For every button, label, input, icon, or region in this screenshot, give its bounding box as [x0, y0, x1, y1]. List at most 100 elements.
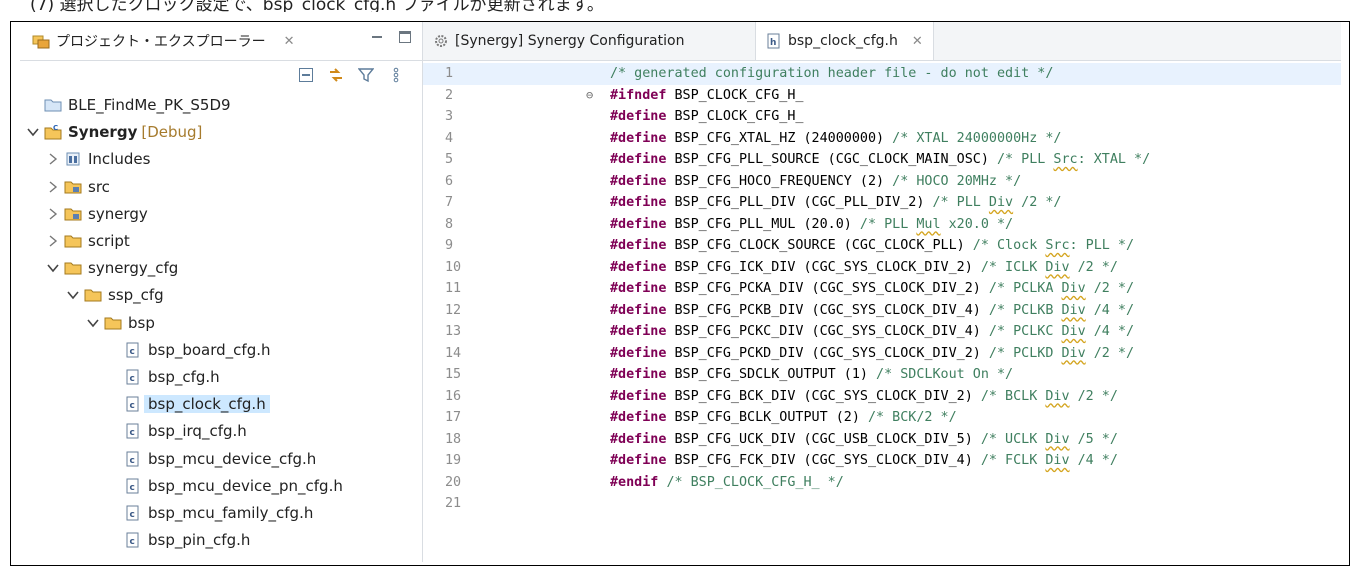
code-line[interactable]: 18 #define BSP_CFG_UCK_DIV (CGC_USB_CLOCK… — [423, 429, 1341, 451]
code-line[interactable]: 2 ⊖ #ifndef BSP_CLOCK_CFG_H_ — [423, 85, 1341, 107]
svg-text:c: c — [130, 456, 135, 466]
code-line[interactable]: 1 /* generated configuration header file … — [423, 63, 1341, 85]
code-line[interactable]: 20 #endif /* BSP_CLOCK_CFG_H_ */ — [423, 472, 1341, 494]
tree-item-bsp-clock-cfg-h[interactable]: c bsp_clock_cfg.h — [20, 391, 422, 417]
code-text: #define BSP_CFG_FCK_DIV (CGC_SYS_CLOCK_D… — [610, 453, 1118, 468]
svg-text:c: c — [130, 510, 135, 520]
chevron-down-icon[interactable] — [26, 125, 40, 139]
chevron-down-icon[interactable] — [66, 288, 80, 302]
collapse-all-icon[interactable] — [298, 66, 314, 84]
tree-item-label: bsp_irq_cfg.h — [148, 422, 247, 441]
view-menu-icon[interactable] — [388, 66, 404, 84]
code-line[interactable]: 10 #define BSP_CFG_ICK_DIV (CGC_SYS_CLOCK… — [423, 257, 1341, 279]
code-line[interactable]: 3 #define BSP_CLOCK_CFG_H_ — [423, 106, 1341, 128]
tab-synergy-configuration[interactable]: [Synergy] Synergy Configuration — [423, 22, 694, 60]
line-number: 11 — [445, 281, 462, 296]
code-line[interactable]: 19 #define BSP_CFG_FCK_DIV (CGC_SYS_CLOCK… — [423, 450, 1341, 472]
close-icon[interactable]: ✕ — [284, 34, 295, 49]
code-line[interactable]: 8 #define BSP_CFG_PLL_MUL (20.0) /* PLL M… — [423, 214, 1341, 236]
code-text: #define BSP_CFG_HOCO_FREQUENCY (2) /* HO… — [610, 173, 1022, 189]
code-line[interactable]: 6 #define BSP_CFG_HOCO_FREQUENCY (2) /* H… — [423, 171, 1341, 193]
build-config-label: [Debug] — [141, 123, 203, 142]
code-editor[interactable]: 1 /* generated configuration header file … — [423, 60, 1341, 562]
folder-icon — [84, 287, 102, 303]
code-text: #endif /* BSP_CLOCK_CFG_H_ */ — [610, 474, 844, 490]
header-file-icon: c — [124, 369, 142, 385]
tree-item-synergy-cfg[interactable]: synergy_cfg — [20, 255, 422, 281]
code-text: /* generated configuration header file -… — [610, 66, 1054, 81]
tree-item-bsp-irq-cfg-h[interactable]: c bsp_irq_cfg.h — [20, 418, 422, 444]
code-text: #define BSP_CFG_PCKB_DIV (CGC_SYS_CLOCK_… — [610, 302, 1135, 318]
tree-item-label: bsp_mcu_device_cfg.h — [148, 449, 317, 468]
line-number: 5 — [445, 152, 454, 167]
minimize-icon[interactable] — [370, 30, 384, 44]
view-controls — [370, 30, 412, 44]
tree-item-synergy[interactable]: synergy — [20, 201, 422, 227]
tree-item-synergy[interactable]: C Synergy [Debug] — [20, 119, 422, 145]
tree-item-bsp-board-cfg-h[interactable]: c bsp_board_cfg.h — [20, 337, 422, 363]
tree-item-bsp-mcu-family-cfg-h[interactable]: c bsp_mcu_family_cfg.h — [20, 500, 422, 526]
code-line[interactable]: 21 — [423, 493, 1341, 515]
header-file-icon: h — [767, 33, 780, 49]
chevron-right-icon[interactable] — [46, 180, 60, 194]
code-line[interactable]: 14 #define BSP_CFG_PCKD_DIV (CGC_SYS_CLOC… — [423, 343, 1341, 365]
code-text: #define BSP_CFG_PCKD_DIV (CGC_SYS_CLOCK_… — [610, 345, 1135, 361]
code-text: #define BSP_CFG_PCKC_DIV (CGC_SYS_CLOCK_… — [610, 324, 1135, 339]
tree-item-bsp[interactable]: bsp — [20, 310, 422, 336]
chevron-right-icon[interactable] — [46, 234, 60, 248]
tree-item-src[interactable]: src — [20, 174, 422, 200]
code-line[interactable]: 13 #define BSP_CFG_PCKC_DIV (CGC_SYS_CLOC… — [423, 321, 1341, 343]
chevron-right-icon[interactable] — [46, 207, 60, 221]
close-icon[interactable]: ✕ — [912, 34, 923, 49]
code-text: #define BSP_CFG_PLL_DIV (CGC_PLL_DIV_2) … — [610, 195, 1062, 210]
folder-icon — [64, 233, 82, 249]
header-file-icon: c — [124, 505, 142, 521]
chevron-right-icon[interactable] — [46, 152, 60, 166]
chevron-down-icon[interactable] — [46, 261, 60, 275]
source-folder-icon — [64, 179, 82, 195]
chevron-down-icon[interactable] — [86, 316, 100, 330]
maximize-icon[interactable] — [398, 30, 412, 44]
tree-item-label: synergy — [88, 204, 148, 223]
tree-item-includes[interactable]: Includes — [20, 146, 422, 172]
fold-toggle-icon[interactable]: ⊖ — [586, 85, 593, 107]
code-line[interactable]: 9 #define BSP_CFG_CLOCK_SOURCE (CGC_CLOCK… — [423, 235, 1341, 257]
line-number: 19 — [445, 453, 462, 468]
tree-item-label: bsp_mcu_device_pn_cfg.h — [148, 476, 343, 495]
tree-item-bsp-mcu-device-pn-cfg-h[interactable]: c bsp_mcu_device_pn_cfg.h — [20, 473, 422, 499]
tree-item-bsp-mcu-device-cfg-h[interactable]: c bsp_mcu_device_cfg.h — [20, 446, 422, 472]
header-file-icon: c — [124, 532, 142, 548]
code-line[interactable]: 11 #define BSP_CFG_PCKA_DIV (CGC_SYS_CLOC… — [423, 278, 1341, 300]
code-text: #define BSP_CFG_PCKA_DIV (CGC_SYS_CLOCK_… — [610, 281, 1135, 296]
code-line[interactable]: 17 #define BSP_CFG_BCLK_OUTPUT (2) /* BCK… — [423, 407, 1341, 429]
tree-item-ble-findme-pk-s5d9[interactable]: BLE_FindMe_PK_S5D9 — [20, 92, 422, 118]
code-line[interactable]: 12 #define BSP_CFG_PCKB_DIV (CGC_SYS_CLOC… — [423, 300, 1341, 322]
code-text: #ifndef BSP_CLOCK_CFG_H_ — [610, 87, 804, 103]
code-line[interactable]: 7 #define BSP_CFG_PLL_DIV (CGC_PLL_DIV_2)… — [423, 192, 1341, 214]
filter-icon[interactable] — [358, 66, 374, 84]
tab-project-explorer[interactable]: プロジェクト・エクスプローラー ✕ — [20, 22, 352, 60]
tree-item-ssp-cfg[interactable]: ssp_cfg — [20, 282, 422, 308]
link-with-editor-icon[interactable] — [328, 66, 344, 84]
line-number: 18 — [445, 431, 462, 447]
tree-item-bsp-cfg-h[interactable]: c bsp_cfg.h — [20, 364, 422, 390]
tab-project-explorer-label: プロジェクト・エクスプローラー — [56, 34, 266, 50]
code-line[interactable]: 15 #define BSP_CFG_SDCLK_OUTPUT (1) /* SD… — [423, 364, 1341, 386]
tree-item-script[interactable]: script — [20, 228, 422, 254]
tree-item-bsp-pin-cfg-h[interactable]: c bsp_pin_cfg.h — [20, 527, 422, 553]
tab-bsp-clock-cfg[interactable]: h bsp_clock_cfg.h ✕ — [755, 22, 934, 60]
line-number: 6 — [445, 173, 454, 189]
line-number: 3 — [445, 109, 454, 124]
line-number: 13 — [445, 324, 462, 339]
tree-item-label: Includes — [88, 150, 151, 169]
code-line[interactable]: 5 #define BSP_CFG_PLL_SOURCE (CGC_CLOCK_M… — [423, 149, 1341, 171]
code-line[interactable]: 16 #define BSP_CFG_BCK_DIV (CGC_SYS_CLOCK… — [423, 386, 1341, 408]
code-text: #define BSP_CLOCK_CFG_H_ — [610, 109, 804, 124]
code-line[interactable]: 4 #define BSP_CFG_XTAL_HZ (24000000) /* X… — [423, 128, 1341, 150]
